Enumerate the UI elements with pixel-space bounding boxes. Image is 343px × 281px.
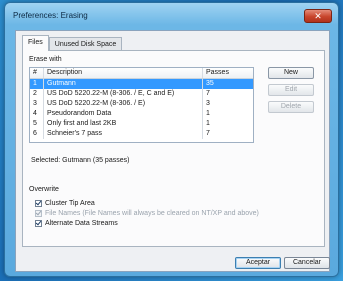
title-bar[interactable]: Preferences: Erasing ✕ [5, 3, 338, 27]
delete-button[interactable]: Delete [268, 101, 314, 113]
erase-with-label: Erase with [29, 56, 62, 63]
file-names-label: File Names (File Names will always be cl… [45, 210, 259, 217]
row-description: Only first and last 2KB [44, 119, 203, 129]
erasure-methods-list[interactable]: # Description Passes 1 Gutmann 35 2 US D… [29, 67, 254, 143]
cancel-button[interactable]: Cancelar [284, 257, 330, 269]
list-row[interactable]: 2 US DoD 5220.22-M (8-306. / E, C and E)… [30, 89, 253, 99]
list-header: # Description Passes [30, 68, 253, 79]
list-row[interactable]: 4 Pseudorandom Data 1 [30, 109, 253, 119]
edit-button[interactable]: Edit [268, 84, 314, 96]
close-icon: ✕ [314, 11, 322, 21]
tab-files[interactable]: Files [22, 35, 49, 51]
row-number: 1 [30, 79, 44, 89]
row-number: 4 [30, 109, 44, 119]
row-description: US DoD 5220.22-M (8-306. / E) [44, 99, 203, 109]
row-passes: 1 [206, 120, 210, 127]
list-row[interactable]: 6 Schneier's 7 pass 7 [30, 129, 253, 139]
accept-button[interactable]: Aceptar [235, 257, 281, 269]
selected-method-text: Selected: Gutmann (35 passes) [31, 157, 130, 164]
alternate-data-streams-checkbox[interactable] [35, 220, 42, 227]
new-button[interactable]: New [268, 67, 314, 79]
row-passes: 3 [206, 100, 210, 107]
overwrite-label: Overwrite [29, 186, 59, 193]
column-header-number[interactable]: # [30, 68, 44, 78]
preferences-window: Preferences: Erasing ✕ Files Unused Disk… [4, 2, 339, 277]
list-row[interactable]: 5 Only first and last 2KB 1 [30, 119, 253, 129]
alternate-data-streams-option[interactable]: Alternate Data Streams [35, 220, 118, 227]
tab-panel-files: Erase with # Description Passes 1 Gutman… [22, 50, 325, 247]
file-names-checkbox [35, 210, 42, 217]
column-header-description[interactable]: Description [44, 68, 203, 78]
window-title: Preferences: Erasing [13, 11, 88, 20]
tab-strip: Files Unused Disk Space [22, 35, 123, 51]
dialog-client-area: Files Unused Disk Space Erase with # Des… [15, 30, 330, 272]
row-description: US DoD 5220.22-M (8-306. / E, C and E) [44, 89, 203, 99]
row-number: 3 [30, 99, 44, 109]
cluster-tip-area-option[interactable]: Cluster Tip Area [35, 200, 95, 207]
row-description: Gutmann [44, 79, 203, 89]
row-description: Schneier's 7 pass [44, 129, 203, 139]
row-description: Pseudorandom Data [44, 109, 203, 119]
file-names-option: File Names (File Names will always be cl… [35, 210, 259, 217]
column-header-passes[interactable]: Passes [203, 68, 253, 78]
row-number: 5 [30, 119, 44, 129]
close-button[interactable]: ✕ [304, 9, 332, 23]
row-number: 6 [30, 129, 44, 139]
tab-unused-disk-space[interactable]: Unused Disk Space [48, 37, 123, 51]
row-number: 2 [30, 89, 44, 99]
list-row[interactable]: 3 US DoD 5220.22-M (8-306. / E) 3 [30, 99, 253, 109]
row-passes: 7 [206, 90, 210, 97]
cluster-tip-area-checkbox[interactable] [35, 200, 42, 207]
row-passes: 35 [206, 80, 214, 87]
row-passes: 7 [206, 130, 210, 137]
list-row[interactable]: 1 Gutmann 35 [30, 79, 253, 89]
row-passes: 1 [206, 110, 210, 117]
alternate-data-streams-label: Alternate Data Streams [45, 220, 118, 227]
cluster-tip-area-label: Cluster Tip Area [45, 200, 95, 207]
